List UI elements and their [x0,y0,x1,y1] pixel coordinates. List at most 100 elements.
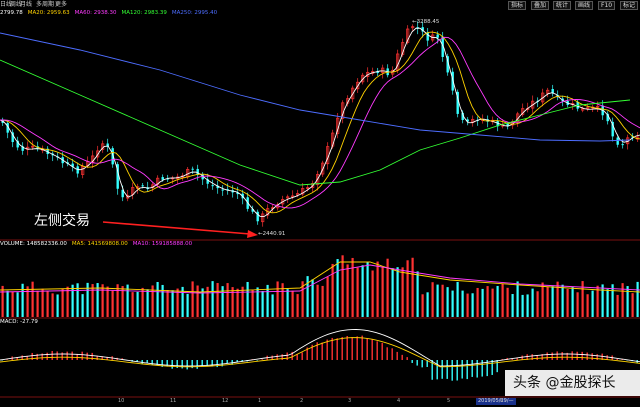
volume-bar [176,288,179,317]
volume-bar [356,267,359,317]
watermark: 头条 @金股探长 [505,370,640,396]
macd-bar [186,360,188,370]
stock-chart[interactable]: ←3288.45 ←2440.91 [0,0,640,407]
macd-bar [301,352,303,360]
macd-bar [56,351,58,360]
volume-bar [626,286,629,317]
volume-bar [186,293,189,317]
macd-bar [561,352,563,360]
volume-bar [146,289,149,317]
volume-bar [226,283,229,317]
macd-bar [591,353,593,360]
macd-bar [596,354,598,360]
volume-bar [21,283,24,317]
macd-bar [461,360,463,379]
volume-bar [416,271,419,317]
volume-bar [576,292,579,317]
volume-bar [481,288,484,317]
macd-bar [616,359,618,360]
volume-bar [291,290,294,317]
volume-bar [526,294,529,317]
volume-bar [591,290,594,317]
volume-bar [271,294,274,317]
volume-bar [501,283,504,317]
volume-bar [166,290,169,317]
macd-bar [576,351,578,360]
macd-bar [361,335,363,360]
macd-bar [571,351,573,360]
volume-bar [41,288,44,317]
macd-bar [471,360,473,377]
volume-bar [406,260,409,317]
ma60-line [0,36,640,209]
cursor-date-tag: 2019/05/29/— [476,398,516,405]
volume-bar [486,286,489,317]
volume-bar [521,294,524,317]
macd-bar [581,351,583,360]
macd-bar [456,360,458,381]
volume-bar [491,288,494,317]
ma5-line [0,27,640,218]
volume-bar [61,288,64,317]
macd-bar [356,336,358,360]
macd-bar [511,358,513,360]
macd-bar [496,360,498,373]
x-axis-tick: 2 [300,398,304,404]
volume-bar [391,268,394,317]
volume-bar [331,263,334,317]
volume-bar [316,284,319,317]
macd-bar [406,357,408,360]
volume-bar [241,286,244,317]
volume-bar [46,291,49,317]
volume-bar [546,286,549,317]
volume-bar [596,285,599,317]
volume-bar [106,286,109,317]
macd-dif-line [0,329,640,367]
macd-bar [411,360,413,363]
volume-bar [446,287,449,317]
macd-bar [341,337,343,360]
macd-bar [376,341,378,360]
volume-bar [296,294,299,317]
macd-bar [556,351,558,360]
volume-bar [586,294,589,317]
volume-bar [456,281,459,317]
macd-bar [256,360,258,361]
macd-bar [346,335,348,360]
volume-bar [396,267,399,317]
macd-bar [441,360,443,379]
macd-bar [286,352,288,360]
volume-bar [541,282,544,317]
candle-down [191,168,194,170]
volume-bar [196,285,199,317]
candle-down [161,177,164,180]
volume-bar [216,283,219,317]
ma20-line [0,31,640,214]
volume-bar [566,289,569,317]
candle-down [221,189,224,191]
macd-bar [586,352,588,360]
volume-bar [231,287,234,317]
ma250-line [0,32,631,142]
volume-bar [351,257,354,317]
macd-bar [171,360,173,369]
annotation-arrow [102,221,251,235]
macd-bar [261,359,263,360]
volume-bar [536,291,539,317]
volume-bar [131,292,134,317]
volume-bar [471,293,474,317]
macd-bar [466,360,468,380]
macd-bar [61,352,63,360]
volume-bar [136,291,139,317]
volume-bar [441,284,444,317]
volume-bar [1,285,4,317]
volume-bar [6,290,9,317]
volume-bar [476,287,479,317]
macd-bar [196,360,198,369]
volume-bar [621,283,624,317]
volume-bar [381,267,384,317]
volume-bar [421,294,424,317]
low-price-label: ←2440.91 [258,231,285,237]
volume-bar [26,286,29,317]
macd-bar [491,360,493,375]
